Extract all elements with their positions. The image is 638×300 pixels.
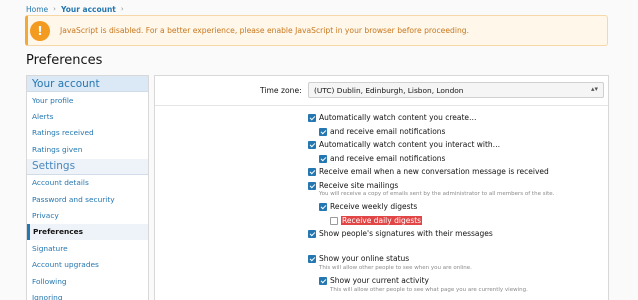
option-label: Show people's signatures with their mess…	[319, 229, 493, 238]
sidebar-item-your-profile[interactable]: Your profile	[27, 92, 148, 108]
sidebar-header-account[interactable]: Your account	[27, 76, 148, 92]
select-arrow-icon: ▴▾	[590, 85, 598, 93]
sidebar-item-ignoring[interactable]: Ignoring	[27, 289, 148, 300]
timezone-value: (UTC) Dublin, Edinburgh, Lisbon, London	[314, 85, 464, 95]
breadcrumb-home[interactable]: Home	[26, 5, 48, 14]
sidebar-item-following[interactable]: Following	[27, 273, 148, 289]
option-online-status[interactable]: Show your online status	[308, 254, 409, 263]
account-sidebar: Your account Your profile Alerts Ratings…	[26, 75, 149, 300]
option-show-signatures[interactable]: Show people's signatures with their mess…	[308, 229, 493, 238]
sidebar-header-settings: Settings	[27, 158, 148, 175]
online-status-hint: This will allow other people to see when…	[319, 265, 472, 271]
option-label: Receive site mailings	[319, 181, 399, 190]
timezone-select[interactable]: (UTC) Dublin, Edinburgh, Lisbon, London …	[308, 82, 604, 98]
option-label: and receive email notifications	[330, 154, 446, 163]
checkbox[interactable]	[319, 276, 327, 285]
warning-icon: !	[30, 20, 50, 41]
sidebar-item-alerts[interactable]: Alerts	[27, 108, 148, 124]
option-watch-interacted-email[interactable]: and receive email notifications	[319, 154, 445, 163]
sidebar-item-ratings-received[interactable]: Ratings received	[27, 125, 148, 141]
option-label: Receive email when a new conversation me…	[319, 167, 549, 176]
checkbox[interactable]	[308, 140, 316, 149]
option-label: Show your online status	[319, 254, 410, 263]
divider	[155, 105, 608, 106]
option-daily-digests[interactable]: Receive daily digests	[330, 216, 423, 225]
javascript-notice: ! JavaScript is disabled. For a better e…	[25, 15, 608, 46]
option-watch-interacted[interactable]: Automatically watch content you interact…	[308, 140, 500, 149]
option-watch-created[interactable]: Automatically watch content you create…	[308, 113, 477, 122]
checkbox[interactable]	[308, 254, 316, 263]
option-label: Automatically watch content you create…	[319, 113, 477, 122]
checkbox[interactable]	[319, 127, 327, 136]
sidebar-item-account-upgrades[interactable]: Account upgrades	[27, 257, 148, 273]
breadcrumb: Home › Your account ›	[26, 3, 129, 15]
option-label-highlighted: Receive daily digests	[341, 216, 423, 225]
current-activity-hint: This will allow other people to see what…	[330, 287, 528, 293]
sidebar-item-privacy[interactable]: Privacy	[27, 207, 148, 223]
option-label: and receive email notifications	[330, 127, 446, 136]
option-conversation-email[interactable]: Receive email when a new conversation me…	[308, 167, 549, 176]
checkbox[interactable]	[330, 216, 338, 225]
checkbox[interactable]	[308, 113, 316, 122]
notice-text: JavaScript is disabled. For a better exp…	[60, 26, 469, 35]
option-label: Receive weekly digests	[330, 202, 418, 211]
checkbox[interactable]	[308, 181, 316, 190]
option-current-activity[interactable]: Show your current activity	[319, 276, 429, 285]
site-mailings-hint: You will receive a copy of emails sent b…	[319, 191, 555, 197]
sidebar-item-signature[interactable]: Signature	[27, 240, 148, 256]
checkbox[interactable]	[308, 167, 316, 176]
sidebar-item-preferences[interactable]: Preferences	[27, 223, 148, 241]
option-label: Show your current activity	[330, 276, 429, 285]
preferences-form: Time zone: (UTC) Dublin, Edinburgh, Lisb…	[154, 75, 609, 300]
breadcrumb-separator-trailing: ›	[120, 5, 124, 13]
sidebar-item-password-security[interactable]: Password and security	[27, 191, 148, 207]
option-label: Automatically watch content you interact…	[319, 140, 501, 149]
timezone-label: Time zone:	[260, 86, 302, 95]
sidebar-item-account-details[interactable]: Account details	[27, 175, 148, 191]
breadcrumb-current[interactable]: Your account	[61, 5, 116, 14]
checkbox[interactable]	[319, 154, 327, 163]
checkbox[interactable]	[308, 229, 316, 238]
checkbox[interactable]	[319, 202, 327, 211]
option-weekly-digests[interactable]: Receive weekly digests	[319, 202, 417, 211]
page-title: Preferences	[26, 53, 103, 68]
option-watch-created-email[interactable]: and receive email notifications	[319, 127, 445, 136]
option-site-mailings[interactable]: Receive site mailings	[308, 181, 398, 190]
breadcrumb-separator: ›	[53, 5, 56, 13]
sidebar-item-ratings-given[interactable]: Ratings given	[27, 141, 148, 157]
